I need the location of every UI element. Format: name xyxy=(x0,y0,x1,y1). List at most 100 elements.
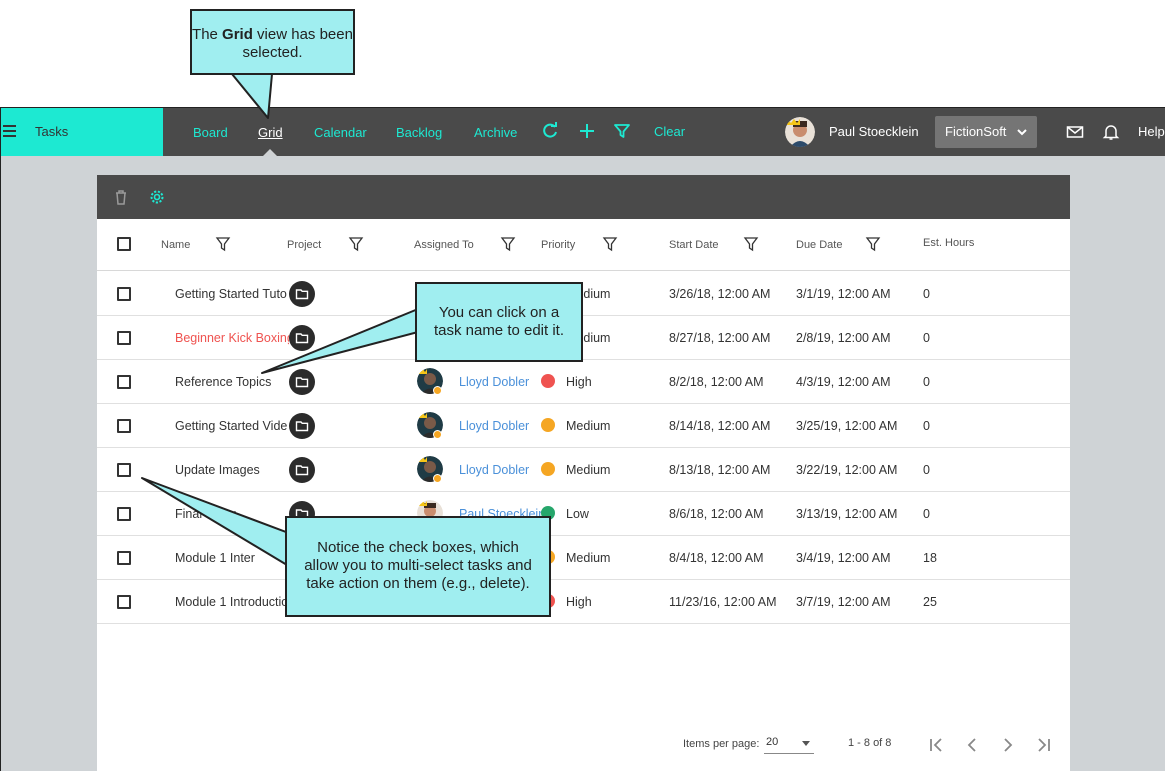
project-folder-button[interactable] xyxy=(289,413,315,439)
items-per-page-label: Items per page: xyxy=(683,738,760,750)
row-checkbox[interactable] xyxy=(117,375,131,389)
project-folder-button[interactable] xyxy=(289,457,315,483)
start-date-value: 8/4/18, 12:00 AM xyxy=(669,551,764,565)
row-checkbox[interactable] xyxy=(117,287,131,301)
est-hours-value: 0 xyxy=(923,419,930,433)
task-name-link[interactable]: Module 1 Introductio xyxy=(175,595,289,609)
project-folder-button[interactable] xyxy=(289,369,315,395)
callout-task-name: You can click on a task name to edit it. xyxy=(415,282,583,362)
task-name-link[interactable]: Beginner Kick Boxing xyxy=(175,331,289,345)
select-all-checkbox[interactable] xyxy=(117,237,131,251)
menu-icon[interactable] xyxy=(3,125,16,137)
grid-header: Name Project Assigned To Priority Start … xyxy=(97,219,1070,271)
due-date-filter-icon[interactable] xyxy=(865,236,881,252)
start-date-filter-icon[interactable] xyxy=(743,236,759,252)
est-hours-value: 0 xyxy=(923,375,930,389)
page-range: 1 - 8 of 8 xyxy=(848,737,892,749)
name-filter-icon[interactable] xyxy=(215,236,231,252)
priority-value: High xyxy=(566,595,592,609)
start-date-value: 11/23/16, 12:00 AM xyxy=(669,595,777,609)
task-name-link[interactable]: Getting Started Vide xyxy=(175,419,289,433)
priority-value: Low xyxy=(566,507,589,521)
start-date-value: 8/6/18, 12:00 AM xyxy=(669,507,764,521)
next-page-icon[interactable] xyxy=(998,735,1018,755)
column-header-name[interactable]: Name xyxy=(161,239,190,251)
last-page-icon[interactable] xyxy=(1034,735,1054,755)
callout-grid-suffix: view has been selected. xyxy=(242,26,353,61)
top-navbar: Tasks Board Grid Calendar Backlog Archiv… xyxy=(0,107,1165,157)
assignee-link[interactable]: Lloyd Dobler xyxy=(459,419,529,433)
assigned-filter-icon[interactable] xyxy=(500,236,516,252)
clear-filter-link[interactable]: Clear xyxy=(654,124,685,139)
settings-gear-icon[interactable] xyxy=(148,188,166,206)
add-icon[interactable] xyxy=(577,121,597,141)
row-checkbox[interactable] xyxy=(117,463,131,477)
callout-checkboxes: Notice the check boxes, which allow you … xyxy=(285,516,551,617)
table-row[interactable]: Reference Topics Lloyd Dobler High 8/2/18, … xyxy=(97,360,1070,404)
priority-value: High xyxy=(566,375,592,389)
presence-status-dot xyxy=(433,386,442,395)
presence-status-dot xyxy=(433,430,442,439)
assignee-link[interactable]: Lloyd Dobler xyxy=(459,375,529,389)
priority-filter-icon[interactable] xyxy=(602,236,618,252)
project-folder-button[interactable] xyxy=(289,281,315,307)
due-date-value: 3/22/19, 12:00 AM xyxy=(796,463,898,477)
task-name-link[interactable]: Final Index xyxy=(175,507,289,521)
table-row[interactable]: Module 1 Inter Medium 8/4/18, 12:00 AM 3/4/… xyxy=(97,536,1070,580)
column-header-est-hours[interactable]: Est. Hours xyxy=(923,237,974,249)
first-page-icon[interactable] xyxy=(926,735,946,755)
column-header-start-date[interactable]: Start Date xyxy=(669,239,719,251)
page-area: Name Project Assigned To Priority Start … xyxy=(0,156,1165,771)
row-checkbox[interactable] xyxy=(117,551,131,565)
org-select[interactable]: FictionSoft xyxy=(935,116,1037,148)
table-row[interactable]: Update Images Lloyd Dobler Medium 8/13/18, … xyxy=(97,448,1070,492)
column-header-assigned-to[interactable]: Assigned To xyxy=(414,239,474,251)
task-name-link[interactable]: Module 1 Inter xyxy=(175,551,289,565)
previous-page-icon[interactable] xyxy=(962,735,982,755)
start-date-value: 8/27/18, 12:00 AM xyxy=(669,331,771,345)
user-avatar[interactable] xyxy=(785,117,815,147)
due-date-value: 3/4/19, 12:00 AM xyxy=(796,551,891,565)
row-checkbox[interactable] xyxy=(117,419,131,433)
priority-value: Medium xyxy=(566,463,611,477)
due-date-value: 4/3/19, 12:00 AM xyxy=(796,375,891,389)
grid-pagination: Items per page: 20 1 - 8 of 8 xyxy=(97,725,1070,765)
app-title: Tasks xyxy=(35,124,69,139)
table-row[interactable]: Final Index Paul Stoecklein Low 8/6/18, 12:… xyxy=(97,492,1070,536)
task-name-link[interactable]: Update Images xyxy=(175,463,289,477)
assignee-link[interactable]: Lloyd Dobler xyxy=(459,463,529,477)
table-row[interactable]: Getting Started Vide Lloyd Dobler Medium 8/… xyxy=(97,404,1070,448)
project-folder-button[interactable] xyxy=(289,325,315,351)
row-checkbox[interactable] xyxy=(117,507,131,521)
due-date-value: 3/25/19, 12:00 AM xyxy=(796,419,898,433)
grid-toolbar xyxy=(97,175,1070,219)
callout-grid-bold: Grid xyxy=(222,26,253,43)
table-row[interactable]: Beginner Kick Boxing Medium 8/27/18, 12:00… xyxy=(97,316,1070,360)
priority-value: Medium xyxy=(566,419,611,433)
row-checkbox[interactable] xyxy=(117,331,131,345)
column-header-priority[interactable]: Priority xyxy=(541,239,575,251)
bell-icon[interactable] xyxy=(1101,122,1121,142)
task-name-link[interactable]: Getting Started Tuto xyxy=(175,287,289,301)
trash-icon[interactable] xyxy=(112,188,130,206)
nav-backlog[interactable]: Backlog xyxy=(396,125,442,140)
nav-calendar[interactable]: Calendar xyxy=(314,125,367,140)
column-header-due-date[interactable]: Due Date xyxy=(796,239,842,251)
table-row[interactable]: Module 1 Introductio High 11/23/16, 12:00 … xyxy=(97,580,1070,624)
nav-archive[interactable]: Archive xyxy=(474,125,517,140)
app-brand: Tasks xyxy=(1,108,163,156)
nav-board[interactable]: Board xyxy=(193,125,228,140)
nav-grid[interactable]: Grid xyxy=(258,125,283,140)
start-date-value: 8/13/18, 12:00 AM xyxy=(669,463,771,477)
project-filter-icon[interactable] xyxy=(348,236,364,252)
filter-icon[interactable] xyxy=(612,121,632,141)
items-per-page-select[interactable]: 20 xyxy=(764,736,814,754)
help-link[interactable]: Help xyxy=(1138,124,1165,139)
task-name-link[interactable]: Reference Topics xyxy=(175,375,289,389)
mail-icon[interactable] xyxy=(1065,122,1085,142)
org-select-value: FictionSoft xyxy=(945,124,1007,139)
row-checkbox[interactable] xyxy=(117,595,131,609)
column-header-project[interactable]: Project xyxy=(287,239,321,251)
table-row[interactable]: Getting Started Tuto Medium 3/26/18, 12:00… xyxy=(97,272,1070,316)
refresh-icon[interactable] xyxy=(540,121,560,141)
